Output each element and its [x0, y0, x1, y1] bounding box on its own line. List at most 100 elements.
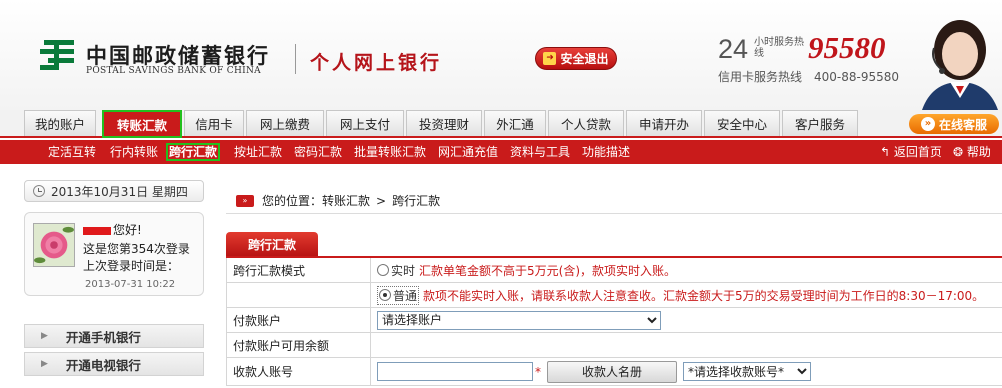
payee-account-input[interactable] [377, 362, 533, 381]
radio-button-checked-icon [379, 289, 391, 301]
help-link[interactable]: ❂ 帮助 [953, 143, 991, 161]
subnav-intra-bank[interactable]: 行内转账 [110, 143, 158, 161]
form-row-mode: 跨行汇款模式 实时 汇款单笔金额不高于5万元(含)，款项实时入账。 [226, 258, 1002, 283]
payee-account-cell: * 收款人名册 *请选择收款账号* [371, 358, 1002, 385]
greeting: 您好! [83, 221, 142, 238]
form-row-payee-account: 收款人账号 * 收款人名册 *请选择收款账号* [226, 358, 1002, 386]
credit-hotline-label: 信用卡服务热线 [718, 70, 803, 84]
double-arrow-icon: » [236, 194, 254, 207]
back-home-label: 返回首页 [893, 145, 942, 159]
pay-account-label: 付款账户 [226, 308, 371, 332]
breadcrumb: » 您的位置： 转账汇款 > 跨行汇款 [226, 188, 1002, 214]
subnav-tools[interactable]: 资料与工具 [510, 143, 570, 161]
tab-forex[interactable]: 外汇通 [484, 110, 546, 136]
tab-customer-service[interactable]: 客户服务 [782, 110, 858, 136]
tab-security-center[interactable]: 安全中心 [704, 110, 780, 136]
triangle-right-icon: ▶ [41, 359, 48, 369]
credit-hotline: 信用卡服务热线 400-88-95580 [718, 68, 899, 85]
greeting-suffix: 您好! [113, 223, 142, 237]
mode-label-spacer [226, 283, 371, 307]
tab-my-account[interactable]: 我的账户 [24, 110, 96, 136]
last-login-time: 2013-07-31 10:22 [85, 279, 176, 290]
available-balance-value [371, 333, 1002, 357]
breadcrumb-separator: > [376, 193, 387, 208]
date-text: 2013年10月31日 星期四 [51, 184, 188, 199]
form-row-balance: 付款账户可用余额 [226, 333, 1002, 358]
user-card: 您好! 这是您第354次登录 上次登录时间是： 2013-07-31 10:22 [24, 212, 204, 296]
side-link-label: 开通手机银行 [65, 329, 141, 345]
chevron-right-icon: » [920, 117, 935, 131]
postal-savings-logo-icon [40, 40, 74, 70]
realtime-radio[interactable]: 实时 [377, 262, 415, 279]
back-home-link[interactable]: ↰ 返回首页 [880, 143, 942, 161]
realtime-label: 实时 [391, 263, 416, 278]
subnav-password-remit[interactable]: 密码汇款 [294, 143, 342, 161]
side-link-label: 开通电视银行 [65, 357, 141, 373]
tab-credit-card[interactable]: 信用卡 [184, 110, 244, 136]
bank-name-en: POSTAL SAVINGS BANK OF CHINA [86, 66, 261, 76]
back-arrow-icon: ↰ [880, 145, 891, 159]
customer-service-agent-image [922, 20, 998, 110]
subnav-fixed-demand[interactable]: 定活互转 [48, 143, 96, 161]
mode-option-normal: 普通 款项不能实时入账，请联系收款人注意查收。汇款金额大于5万的交易受理时间为工… [371, 283, 1002, 307]
form-row-pay-account: 付款账户 请选择账户 [226, 308, 1002, 333]
product-name: 个人网上银行 [310, 52, 443, 74]
subnav-address-remit[interactable]: 按址汇款 [234, 143, 282, 161]
radio-button-icon [377, 264, 389, 276]
triangle-right-icon: ▶ [41, 331, 48, 341]
payee-book-button[interactable]: 收款人名册 [547, 360, 677, 383]
pay-account-cell: 请选择账户 [371, 308, 1002, 332]
logout-button[interactable]: ➜ 安全退出 [535, 47, 617, 70]
last-login-label: 上次登录时间是： [83, 259, 180, 273]
online-service-button[interactable]: » 在线客服 [909, 114, 999, 134]
normal-note: 款项不能实时入账，请联系收款人注意查收。汇款金额大于5万的交易受理时间为工作日的… [423, 288, 985, 303]
subnav-inter-bank[interactable]: 跨行汇款 [166, 143, 221, 161]
tab-online-payment[interactable]: 网上缴费 [246, 110, 324, 136]
breadcrumb-level2: 跨行汇款 [392, 194, 441, 208]
sub-nav: 定活互转 行内转账 跨行汇款 按址汇款 密码汇款 批量转账汇款 网汇通充值 资料… [0, 140, 1002, 164]
sidebar: 2013年10月31日 星期四 您好! 这是您第354次登录 上次登录时间是： … [24, 176, 204, 388]
payee-account-select[interactable]: *请选择收款账号* [683, 362, 811, 381]
credit-hotline-number: 400-88-95580 [814, 70, 900, 84]
payee-account-label: 收款人账号 [226, 358, 371, 385]
form-tab: 跨行汇款 [226, 232, 318, 256]
clock-icon [33, 185, 45, 197]
help-label: 帮助 [966, 145, 991, 159]
header: 中国邮政储蓄银行 POSTAL SAVINGS BANK OF CHINA 个人… [0, 0, 1002, 110]
hotline-24: 24 [718, 34, 749, 64]
open-mobile-banking-link[interactable]: ▶ 开通手机银行 [24, 324, 204, 348]
help-icon: ❂ [953, 145, 964, 159]
login-count: 这是您第354次登录 [83, 242, 190, 256]
normal-label: 普通 [393, 288, 418, 303]
realtime-note: 汇款单笔金额不高于5万元(含)，款项实时入账。 [419, 263, 677, 278]
exit-icon: ➜ [543, 52, 557, 65]
tab-apply[interactable]: 申请开办 [626, 110, 702, 136]
hotline-number: 95580 [808, 30, 886, 65]
mode-label: 跨行汇款模式 [226, 258, 371, 282]
tab-transfer[interactable]: 转账汇款 [102, 110, 182, 138]
transfer-form: 跨行汇款模式 实时 汇款单笔金额不高于5万元(含)，款项实时入账。 普通 款项不… [226, 256, 1002, 386]
breadcrumb-prefix: 您的位置： [262, 194, 323, 208]
avatar [33, 223, 75, 267]
logout-label: 安全退出 [560, 52, 609, 66]
subnav-netremit-topup[interactable]: 网汇通充值 [438, 143, 498, 161]
required-mark: * [535, 364, 541, 379]
open-tv-banking-link[interactable]: ▶ 开通电视银行 [24, 352, 204, 376]
mode-option-realtime: 实时 汇款单笔金额不高于5万元(含)，款项实时入账。 [371, 258, 1002, 282]
normal-radio[interactable]: 普通 [377, 285, 420, 305]
available-balance-label: 付款账户可用余额 [226, 333, 371, 357]
tab-investment[interactable]: 投资理财 [406, 110, 482, 136]
pay-account-select[interactable]: 请选择账户 [377, 310, 661, 330]
tab-personal-loan[interactable]: 个人贷款 [548, 110, 624, 136]
form-row-mode-normal: 普通 款项不能实时入账，请联系收款人注意查收。汇款金额大于5万的交易受理时间为工… [226, 283, 1002, 308]
header-divider [295, 44, 296, 74]
online-service-label: 在线客服 [938, 117, 987, 132]
tab-web-pay[interactable]: 网上支付 [326, 110, 404, 136]
hotline-label: 小时服务热线 [754, 37, 804, 59]
redacted-username [83, 226, 111, 235]
main-nav: 我的账户 转账汇款 信用卡 网上缴费 网上支付 投资理财 外汇通 个人贷款 申请… [0, 110, 1002, 138]
subnav-description[interactable]: 功能描述 [582, 143, 630, 161]
breadcrumb-level1[interactable]: 转账汇款 [322, 192, 370, 209]
date-bar: 2013年10月31日 星期四 [24, 180, 204, 202]
subnav-batch-transfer[interactable]: 批量转账汇款 [354, 143, 426, 161]
